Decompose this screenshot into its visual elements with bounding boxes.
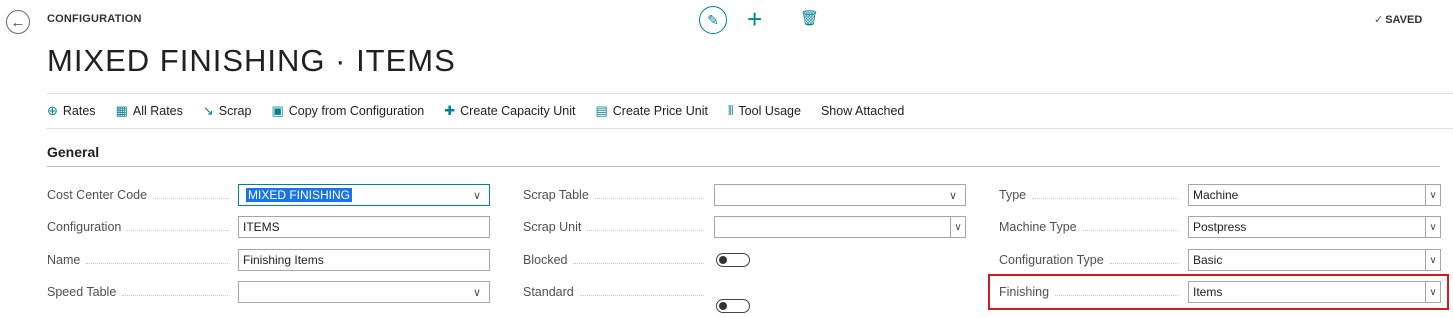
configuration-type-select[interactable]: Basic ∨ (1188, 249, 1441, 271)
machine-type-label: Machine Type (999, 216, 1188, 238)
saved-status: ✓ SAVED (1374, 13, 1422, 26)
standard-toggle[interactable] (716, 299, 750, 313)
scrap-table-label: Scrap Table (523, 184, 714, 206)
tool-usage-action[interactable]: ⫴ Tool Usage (728, 103, 801, 119)
cost-center-code-label: Cost Center Code (47, 184, 238, 206)
pencil-icon: ✎ (707, 11, 719, 28)
machine-type-select[interactable]: Postpress ∨ (1188, 216, 1441, 238)
action-bar: ⊕ Rates ▦ All Rates ↘ Scrap ▣ Copy from Conf… (47, 93, 1453, 129)
rates-icon: ⊕ (47, 103, 58, 118)
chevron-down-icon[interactable]: ∨ (1425, 185, 1440, 205)
create-capacity-unit-action[interactable]: ✚ Create Capacity Unit (444, 103, 575, 119)
machine-type-value: Postpress (1193, 220, 1247, 234)
scrap-action[interactable]: ↘ Scrap (203, 103, 252, 119)
breadcrumb: CONFIGURATION (47, 13, 142, 25)
cost-center-code-value: MIXED FINISHING (246, 188, 353, 202)
rates-action[interactable]: ⊕ Rates (47, 103, 96, 119)
scrap-unit-label: Scrap Unit (523, 216, 714, 238)
finishing-value: Items (1193, 285, 1223, 299)
configuration-value: ITEMS (243, 220, 280, 234)
action-label: Tool Usage (738, 104, 801, 118)
toggle-knob (719, 301, 727, 310)
delete-button[interactable]: 🗑 (800, 9, 819, 27)
copy-from-configuration-action[interactable]: ▣ Copy from Configuration (271, 103, 424, 119)
action-label: Create Price Unit (612, 104, 708, 118)
scrap-unit-field[interactable]: ∨ (714, 216, 966, 238)
configuration-label: Configuration (47, 216, 238, 238)
toggle-knob (719, 255, 727, 264)
type-select[interactable]: Machine ∨ (1188, 184, 1441, 206)
chevron-down-icon[interactable]: ∨ (950, 217, 965, 237)
all-rates-action[interactable]: ▦ All Rates (116, 103, 183, 119)
back-button[interactable]: ← (6, 10, 30, 34)
finishing-label: Finishing (999, 281, 1188, 303)
check-icon: ✓ (1374, 14, 1384, 26)
price-icon: ▤ (595, 103, 608, 118)
chevron-down-icon[interactable]: ∨ (1425, 250, 1440, 270)
action-label: All Rates (132, 104, 183, 118)
type-value: Machine (1193, 188, 1239, 202)
action-label: Rates (62, 104, 96, 118)
action-label: Scrap (218, 104, 252, 118)
saved-label: SAVED (1385, 14, 1423, 26)
chevron-down-icon[interactable]: ∨ (465, 189, 489, 202)
action-label: Copy from Configuration (288, 104, 425, 118)
type-label: Type (999, 184, 1188, 206)
page-title: MIXED FINISHING · ITEMS (47, 43, 456, 78)
trash-icon: 🗑 (800, 10, 820, 27)
blocked-toggle[interactable] (716, 253, 750, 267)
chevron-down-icon[interactable]: ∨ (941, 189, 965, 202)
tool-icon: ⫴ (727, 103, 734, 118)
capacity-icon: ✚ (444, 103, 456, 118)
section-general-title: General (47, 144, 100, 160)
finishing-select[interactable]: Items ∨ (1188, 281, 1441, 303)
arrow-left-icon: ← (10, 13, 26, 31)
name-value: Finishing Items (243, 253, 324, 267)
configuration-type-label: Configuration Type (999, 249, 1188, 271)
all-rates-icon: ▦ (115, 103, 128, 118)
plus-icon: + (747, 4, 763, 34)
speed-table-field[interactable]: ∨ (238, 281, 490, 303)
section-divider (47, 166, 1440, 167)
scrap-table-field[interactable]: ∨ (714, 184, 966, 206)
show-attached-action[interactable]: Show Attached (821, 104, 904, 118)
chevron-down-icon[interactable]: ∨ (1425, 217, 1440, 237)
name-label: Name (47, 249, 238, 271)
create-price-unit-action[interactable]: ▤ Create Price Unit (595, 103, 707, 119)
action-label: Create Capacity Unit (460, 104, 576, 118)
configuration-field[interactable]: ITEMS (238, 216, 490, 238)
scrap-icon: ↘ (202, 103, 214, 118)
cost-center-code-field[interactable]: MIXED FINISHING ∨ (238, 184, 490, 206)
chevron-down-icon[interactable]: ∨ (465, 286, 489, 299)
standard-label: Standard (523, 281, 714, 303)
name-field[interactable]: Finishing Items (238, 249, 490, 271)
configuration-type-value: Basic (1193, 253, 1223, 267)
chevron-down-icon[interactable]: ∨ (1425, 282, 1440, 302)
new-button[interactable]: + (747, 4, 762, 35)
action-label: Show Attached (820, 104, 905, 118)
blocked-label: Blocked (523, 249, 714, 271)
copy-icon: ▣ (271, 103, 284, 118)
speed-table-label: Speed Table (47, 281, 238, 303)
edit-button[interactable]: ✎ (699, 6, 727, 34)
